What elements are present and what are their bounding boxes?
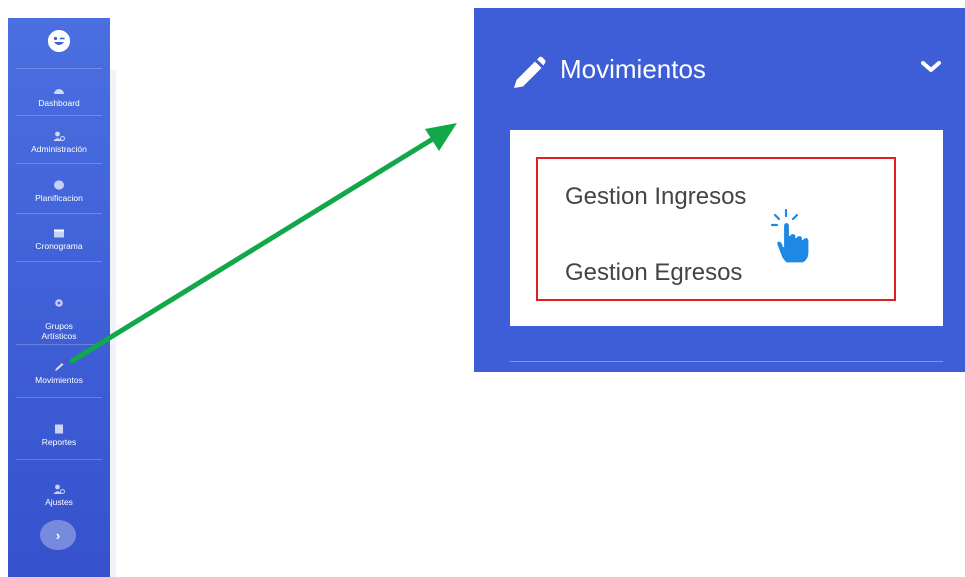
green-arrow — [69, 123, 457, 364]
